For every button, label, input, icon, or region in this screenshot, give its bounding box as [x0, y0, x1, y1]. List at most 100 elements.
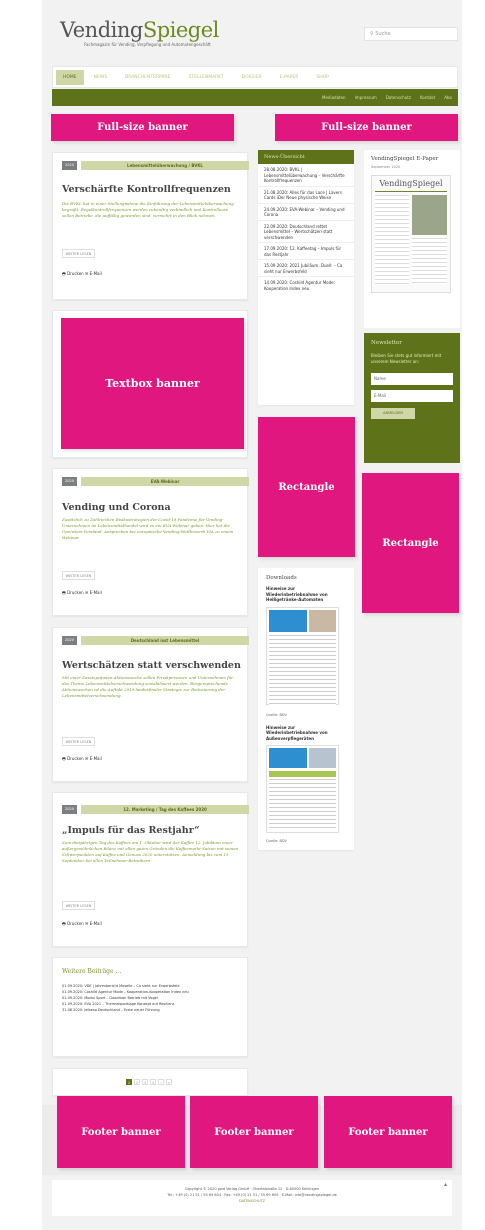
- newsletter-name-field[interactable]: Name: [371, 373, 453, 385]
- article-title[interactable]: Verschärfte Kontrollfrequenzen: [62, 184, 231, 195]
- thumb-text: [269, 634, 336, 705]
- page-4-button[interactable]: 4: [150, 1079, 156, 1085]
- newsletter-email-field[interactable]: E-Mail: [371, 390, 453, 402]
- mail-link[interactable]: E-Mail: [90, 921, 102, 926]
- article-category[interactable]: Lebensmittelüberwachung / BVKL: [81, 161, 249, 170]
- footer-banner-3[interactable]: Footer banner: [324, 1096, 452, 1168]
- nav-home[interactable]: HOME: [56, 69, 84, 85]
- cover-content: [375, 195, 447, 285]
- article-excerpt: Zum diesjährigen Tag des Kaffees am 1. O…: [62, 840, 239, 863]
- article-title[interactable]: Wertschätzen statt verschwenden: [62, 660, 241, 671]
- article-date: 2020: [62, 161, 77, 170]
- page-2-button[interactable]: 2: [134, 1079, 140, 1085]
- download-thumbnail[interactable]: [266, 606, 339, 705]
- news-item-link[interactable]: 15.09.2020: 2021 Jubiläum, Duell: – Ca s…: [258, 260, 354, 277]
- thumb-header: [269, 609, 336, 632]
- download-source: Quelle: BDV: [266, 839, 287, 843]
- nav-branchentermine[interactable]: BRANCHENTERMINE: [117, 75, 178, 80]
- last-page-button[interactable]: »: [166, 1079, 172, 1085]
- read-more-button[interactable]: WEITER LESEN: [62, 571, 95, 580]
- news-item-link[interactable]: 17.09.2020: 12. Kaffeetag – Impuls für d…: [258, 243, 354, 260]
- rectangle-banner-1[interactable]: Rectangle: [258, 417, 355, 557]
- mail-link[interactable]: E-Mail: [90, 590, 102, 595]
- article-date: 2020: [62, 805, 77, 814]
- print-link[interactable]: Drucken: [67, 590, 84, 595]
- print-link[interactable]: Drucken: [67, 921, 84, 926]
- thumb-blue-block: [269, 748, 307, 768]
- more-posts-title: Weitere Beiträge …: [62, 968, 122, 975]
- next-page-button[interactable]: ›: [158, 1079, 164, 1085]
- rectangle-banner-2[interactable]: Rectangle: [362, 473, 459, 613]
- nav-shop[interactable]: SHOP: [308, 75, 337, 80]
- page-3-button[interactable]: 3: [142, 1079, 148, 1085]
- thumb-text: [269, 779, 336, 829]
- subnav-item[interactable]: Kontakt: [420, 95, 435, 100]
- newsletter-title: Newsletter: [371, 340, 402, 346]
- article-excerpt: Mit einer Zusatzprämien-Aktionswoche sol…: [62, 675, 234, 698]
- news-overview-box: News-Übersicht 28.08.2020: BVKL | Lebens…: [258, 150, 354, 405]
- nav-news[interactable]: NEWS: [86, 75, 116, 80]
- read-more-button[interactable]: WEITER LESEN: [62, 901, 95, 910]
- newsletter-text: Bleiben Sie stets gut informiert mit uns…: [371, 353, 442, 364]
- main-nav: HOME NEWS BRANCHENTERMINE STELLENMARKT D…: [52, 66, 458, 88]
- article-category[interactable]: Deutschland isst Lebensmittel: [81, 636, 249, 645]
- thumb-blue-block: [269, 609, 307, 632]
- thumb-header: [269, 748, 336, 768]
- download-link[interactable]: Hinweise zur Wiederinbetriebnahme von Au…: [266, 725, 346, 742]
- article-excerpt: Zusätzlich zu Zahlreichen Risikostrategi…: [62, 517, 234, 540]
- download-source: Quelle: BDV: [266, 712, 287, 717]
- thumb-photo: [309, 609, 336, 632]
- news-item-link[interactable]: 22.09.2020: Deutschland rettet Lebensmit…: [258, 221, 354, 243]
- more-post-link[interactable]: 31.08.2020: Jelbesa Deutschland – Erste …: [62, 1007, 238, 1013]
- page-1-button[interactable]: 1: [126, 1079, 132, 1085]
- cover-images: [412, 195, 447, 285]
- downloads-title: Downloads: [266, 575, 297, 581]
- mail-link[interactable]: E-Mail: [90, 756, 102, 761]
- news-item-link[interactable]: 24.09.2020: EVA-Webinar – Vending und Co…: [258, 204, 354, 221]
- subnav-item[interactable]: Datenschutz: [386, 95, 411, 100]
- read-more-button[interactable]: WEITER LESEN: [62, 737, 95, 746]
- read-more-button[interactable]: WEITER LESEN: [62, 249, 95, 258]
- article-category[interactable]: 12. Marketing / Tag des Kaffees 2020: [81, 805, 249, 814]
- article-card: 2020 12. Marketing / Tag des Kaffees 202…: [52, 792, 249, 947]
- footer-privacy-link[interactable]: DATENSCHUTZ: [52, 1198, 452, 1204]
- search-input[interactable]: ⚲ Suche: [364, 27, 458, 41]
- article-title[interactable]: Vending und Corona: [62, 502, 171, 513]
- logo-part1: Vending: [60, 18, 143, 42]
- nav-stellenmarkt[interactable]: STELLENMARKT: [181, 75, 232, 80]
- subnav-item[interactable]: Abo: [444, 95, 452, 100]
- download-thumbnail[interactable]: [266, 745, 339, 833]
- print-link[interactable]: Drucken: [67, 271, 84, 276]
- newsletter-subscribe-button[interactable]: ANMELDEN: [371, 408, 415, 419]
- pagination: 1 2 3 4 › »: [52, 1068, 248, 1096]
- site-logo[interactable]: VendingSpiegel: [60, 18, 219, 42]
- article-date: 2020: [62, 477, 77, 486]
- news-item-link[interactable]: 28.08.2020: BVKL | Lebensmittelüberwachu…: [258, 164, 354, 187]
- mail-link[interactable]: E-Mail: [90, 271, 102, 276]
- epaper-cover-image[interactable]: VendingSpiegel: [371, 175, 451, 293]
- textbox-banner[interactable]: Textbox banner: [61, 318, 244, 449]
- site-tagline: Fachmagazin für Vending, Verpflegung und…: [84, 42, 211, 47]
- nav-epaper[interactable]: E-PAPER: [272, 75, 307, 80]
- article-card: 2020 EVA-Webinar Vending und Corona Zusä…: [52, 468, 249, 616]
- subnav-item[interactable]: Mediadaten: [322, 95, 346, 100]
- full-size-banner-right[interactable]: Full-size banner: [275, 114, 458, 141]
- article-title[interactable]: „Impuls für das Restjahr“: [62, 825, 200, 836]
- epaper-title: VendingSpiegel E-Paper: [371, 156, 439, 162]
- article-card: 2020 Deutschland isst Lebensmittel Werts…: [52, 627, 249, 782]
- more-posts-box: Weitere Beiträge … 01.09.2020: VDE | Jah…: [52, 957, 248, 1057]
- nav-dossier[interactable]: DOSSIER: [234, 75, 270, 80]
- subnav-item[interactable]: Impressum: [355, 95, 377, 100]
- epaper-issue: September 2020: [371, 165, 401, 169]
- news-item-link[interactable]: 21.08.2020: Alles für das Lace | Lavers …: [258, 187, 354, 204]
- print-link[interactable]: Drucken: [67, 756, 84, 761]
- news-item-link[interactable]: 14.09.2020: Coshild Agentur Mode: Kooper…: [258, 277, 354, 293]
- footer-banner-1[interactable]: Footer banner: [57, 1096, 185, 1168]
- epaper-cover-logo: VendingSpiegel: [379, 179, 443, 188]
- footer-banner-2[interactable]: Footer banner: [190, 1096, 318, 1168]
- downloads-box: Downloads Hinweise zur Wiederinbetriebna…: [258, 568, 354, 850]
- back-to-top-icon[interactable]: ▴: [444, 1181, 447, 1188]
- download-link[interactable]: Hinweise zur Wiederinbetriebnahme von He…: [266, 586, 346, 603]
- article-category[interactable]: EVA-Webinar: [81, 477, 249, 486]
- full-size-banner-left[interactable]: Full-size banner: [51, 114, 234, 141]
